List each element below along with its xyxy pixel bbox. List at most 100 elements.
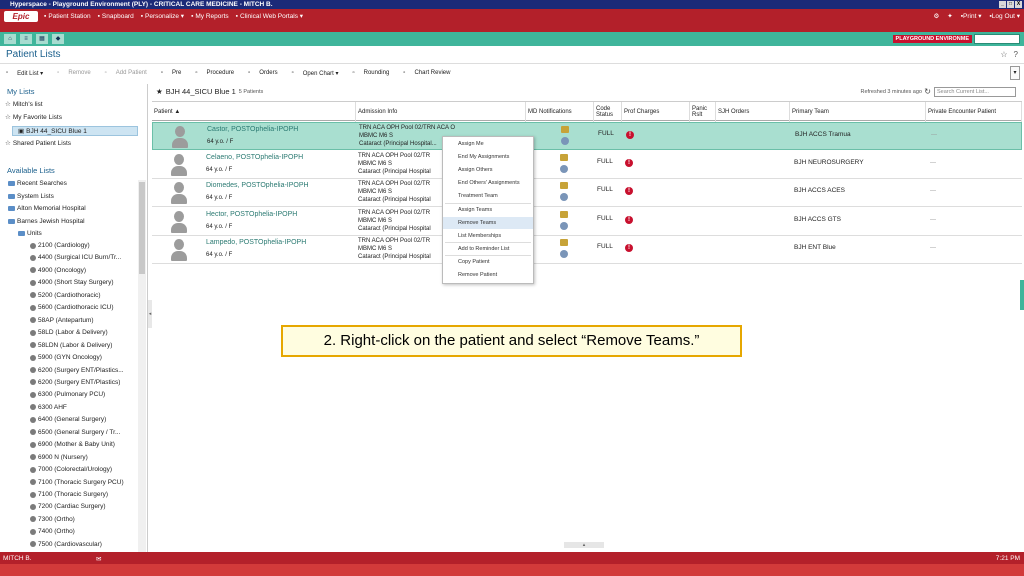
sidebar-unit-1[interactable]: 4400 (Surgical ICU Burn/Tr... [30,254,121,261]
sidebar-unit-10[interactable]: 6200 (Surgery ENT/Plastics... [30,367,124,374]
menu-item-4[interactable]: ▪ Clinical Web Portals ▾ [236,12,303,21]
sidebar-unit-3[interactable]: 4900 (Short Stay Surgery) [30,279,114,286]
note-icon[interactable] [560,153,568,161]
sidebar-unit-24[interactable]: 7500 (Cardiovascular) [30,541,102,548]
sidebar-available-4[interactable]: Units [18,230,42,237]
table-row[interactable]: Lampedo, POSTOphelia-IPOPH 64 y.o. / F TRN… [152,236,1022,264]
note-icon[interactable] [560,210,568,218]
close-button[interactable]: X [1015,1,1022,8]
sidebar-unit-9[interactable]: 5900 (GYN Oncology) [30,354,102,361]
toolbar-button-4[interactable]: ▫ Procedure [195,70,241,76]
sidebar-unit-23[interactable]: 7400 (Ortho) [30,528,75,535]
mail-icon[interactable]: ✉ [96,555,101,563]
sidebar-unit-14[interactable]: 6400 (General Surgery) [30,416,106,423]
menu-item-1[interactable]: ▪ Snapboard [98,12,134,20]
star-icon[interactable]: ☆ [1000,50,1007,59]
home-tab-icon[interactable]: ⌂ [4,34,16,44]
list-tab-icon[interactable]: ≡ [20,34,32,44]
shield-tab-icon[interactable]: ◆ [52,34,64,44]
sidebar-unit-6[interactable]: 58AP (Antepartum) [30,317,94,324]
sidebar-unit-21[interactable]: 7200 (Cardiac Surgery) [30,503,106,510]
sidebar-unit-12[interactable]: 6300 (Pulmonary PCU) [30,391,105,398]
context-menu-item-2[interactable]: Assign Others [443,164,533,176]
column-header-5[interactable]: Panic Rslt [690,102,716,122]
sidebar-unit-7[interactable]: 58LD (Labor & Delivery) [30,329,108,336]
sidebar-available-3[interactable]: Barnes Jewish Hospital [8,218,85,225]
column-header-8[interactable]: Private Encounter Patient [926,102,1022,122]
column-header-0[interactable]: Patient ▲ [152,102,356,122]
sidebar-unit-4[interactable]: 5200 (Cardiothoracic) [30,292,101,299]
sidebar-scroll-thumb[interactable] [139,182,145,274]
context-menu-item-5[interactable]: Assign Teams [443,204,533,216]
column-header-2[interactable]: MD Notifications [526,102,594,122]
maximize-button[interactable]: □ [1007,1,1014,8]
charge-alert-icon[interactable]: ! [625,158,633,167]
menu-item-3[interactable]: ▪ My Reports [191,12,229,20]
sidebar-unit-15[interactable]: 6500 (General Surgery / Tr... [30,429,120,436]
sidebar-scrollbar[interactable] [138,180,146,552]
toolbar-button-6[interactable]: ▫ Open Chart ▾ [292,70,346,77]
context-menu-item-9[interactable]: Copy Patient [443,256,533,268]
context-menu-item-4[interactable]: Treatment Team [443,190,533,202]
sidebar-available-0[interactable]: Recent Searches [8,180,67,187]
list-search-input[interactable]: Search Current List... [934,87,1016,97]
column-header-6[interactable]: SJH Orders [716,102,790,122]
toolbar-button-1[interactable]: ▫ Remove [57,70,97,76]
sidebar-unit-8[interactable]: 58LDN (Labor & Delivery) [30,342,112,349]
column-header-1[interactable]: Admission Info [356,102,526,122]
charge-alert-icon[interactable]: ! [625,244,633,252]
charge-alert-icon[interactable]: ! [626,131,634,139]
context-menu-item-3[interactable]: End Others' Assignments [443,177,533,189]
toolbar-button-8[interactable]: ▫ Chart Review [403,70,457,76]
sidebar-unit-18[interactable]: 7000 (Colorectal/Urology) [30,466,112,473]
refresh-icon[interactable]: ↻ [924,87,931,96]
sidebar-my-list-1[interactable]: ☆ My Favorite Lists [5,113,62,122]
table-row[interactable]: Castor, POSTOphelia-IPOPH 64 y.o. / F TRN … [152,122,1022,150]
context-menu-item-7[interactable]: List Memberships [443,230,533,242]
tools-icon[interactable]: ⚙ [933,12,939,20]
grid-tab-icon[interactable]: ▦ [36,34,48,44]
epic-logo[interactable]: Epic [4,11,38,22]
patient-name[interactable]: Diomedes, POSTOphelia-IPOPH [206,182,309,189]
note-icon[interactable] [561,126,569,133]
context-menu-item-0[interactable]: Assign Me [443,138,533,150]
context-menu-item-8[interactable]: Add to Reminder List [443,243,533,255]
global-search-input[interactable] [974,34,1020,44]
person-icon[interactable] [561,137,569,145]
toolbar-button-5[interactable]: ▫ Orders [248,70,284,76]
sidebar-unit-22[interactable]: 7300 (Ortho) [30,516,75,523]
patient-name[interactable]: Celaeno, POSTOphelia-IPOPH [206,154,303,161]
note-icon[interactable] [560,182,568,189]
patient-name[interactable]: Lampedo, POSTOphelia-IPOPH [206,239,306,246]
sidebar-available-2[interactable]: Alton Memorial Hospital [8,205,86,212]
person-icon[interactable] [560,164,568,173]
toolbar-button-0[interactable]: ▫ Edit List ▾ [6,70,50,77]
sidebar-my-list-3[interactable]: ☆ Shared Patient Lists [5,139,71,148]
note-icon[interactable] [560,239,568,246]
column-header-4[interactable]: Prof Charges [622,102,690,122]
sidebar-unit-0[interactable]: 2100 (Cardiology) [30,242,90,249]
table-row[interactable]: Diomedes, POSTOphelia-IPOPH 64 y.o. / F TR… [152,179,1022,207]
person-icon[interactable] [560,250,568,258]
sidebar-unit-19[interactable]: 7100 (Thoracic Surgery PCU) [30,479,124,486]
minimize-button[interactable]: _ [999,1,1006,8]
toolbar-button-3[interactable]: ▫ Pre [161,70,188,76]
right-side-tab[interactable] [1020,280,1024,310]
sidebar-unit-11[interactable]: 6200 (Surgery ENT/Plastics) [30,379,120,386]
toolbar-dropdown-button[interactable]: ▾ [1010,66,1020,80]
sidebar-my-list-2[interactable]: ▣ BJH 44_SICU Blue 1 [12,126,138,136]
menu-item-0[interactable]: ▪ Patient Station [44,12,91,20]
bottom-scroll-handle[interactable]: ▴ [564,542,604,548]
table-row[interactable]: Hector, POSTOphelia-IPOPH 64 y.o. / F TRN … [152,207,1022,236]
settings-icon[interactable]: ✦ [947,12,952,20]
column-header-7[interactable]: Primary Team [790,102,926,122]
sidebar-unit-20[interactable]: 7100 (Thoracic Surgery) [30,491,108,498]
person-icon[interactable] [560,193,568,201]
sidebar-unit-5[interactable]: 5600 (Cardiothoracic ICU) [30,304,114,311]
menu-right-item-1[interactable]: ▪Log Out ▾ [989,12,1020,20]
list-star-icon[interactable]: ★ [156,87,163,96]
context-menu-item-1[interactable]: End My Assignments [443,151,533,163]
patient-name[interactable]: Castor, POSTOphelia-IPOPH [207,126,298,133]
person-icon[interactable] [560,221,568,230]
patient-name[interactable]: Hector, POSTOphelia-IPOPH [206,211,297,218]
